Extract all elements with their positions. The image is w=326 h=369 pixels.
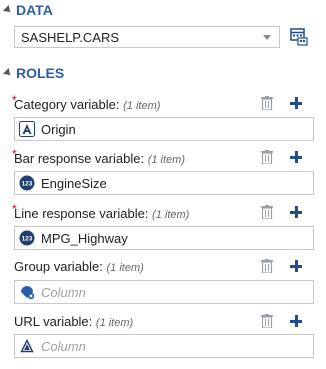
data-section-header[interactable]: DATA bbox=[0, 0, 53, 20]
bar-response-variable-value: EngineSize bbox=[41, 175, 107, 191]
add-line-response-variable-button[interactable] bbox=[290, 206, 302, 218]
required-marker: * bbox=[12, 93, 17, 107]
svg-text:123: 123 bbox=[22, 181, 33, 188]
numeric-variable-icon: 123 bbox=[19, 175, 35, 191]
category-variable-label: * Category variable: (1 item) bbox=[12, 93, 161, 112]
trash-icon[interactable] bbox=[261, 314, 273, 328]
group-variable-field[interactable]: Column bbox=[14, 280, 314, 304]
group-variable-label: Group variable: (1 item) bbox=[14, 259, 144, 274]
roles-section-header[interactable]: ROLES bbox=[0, 63, 64, 83]
numeric-variable-icon: 123 bbox=[19, 230, 35, 246]
chevron-down-icon[interactable] bbox=[263, 35, 271, 40]
add-bar-response-variable-button[interactable] bbox=[290, 151, 302, 163]
url-variable-placeholder: Column bbox=[41, 338, 86, 354]
dataset-value: SASHELP.CARS bbox=[21, 29, 120, 45]
group-variable-placeholder: Column bbox=[41, 284, 86, 300]
trash-icon[interactable] bbox=[261, 96, 273, 110]
bar-response-variable-label: * Bar response variable: (1 item) bbox=[12, 147, 185, 166]
category-variable-field[interactable]: Origin bbox=[14, 117, 314, 141]
line-response-variable-value: MPG_Highway bbox=[41, 230, 128, 246]
collapse-triangle-icon[interactable] bbox=[3, 5, 13, 15]
data-table-icon[interactable] bbox=[290, 28, 308, 46]
line-response-variable-field[interactable]: 123 MPG_Highway bbox=[14, 226, 314, 250]
required-marker: * bbox=[12, 202, 17, 216]
character-variable-icon bbox=[19, 121, 35, 137]
column-icon bbox=[21, 286, 35, 300]
trash-icon[interactable] bbox=[261, 150, 273, 164]
trash-icon[interactable] bbox=[261, 259, 273, 273]
collapse-triangle-icon[interactable] bbox=[3, 68, 13, 78]
add-category-variable-button[interactable] bbox=[290, 97, 302, 109]
url-variable-label: URL variable: (1 item) bbox=[14, 314, 134, 329]
dataset-select[interactable]: SASHELP.CARS bbox=[14, 26, 280, 48]
bar-response-variable-field[interactable]: 123 EngineSize bbox=[14, 171, 314, 195]
required-marker: * bbox=[12, 147, 17, 161]
add-url-variable-button[interactable] bbox=[290, 315, 302, 327]
line-response-variable-label: * Line response variable: (1 item) bbox=[12, 202, 190, 221]
data-section-title: DATA bbox=[16, 2, 53, 18]
trash-icon[interactable] bbox=[261, 205, 273, 219]
url-variable-field[interactable]: Column bbox=[14, 334, 314, 358]
svg-text:123: 123 bbox=[22, 236, 33, 243]
roles-section-title: ROLES bbox=[16, 65, 65, 81]
character-variable-icon bbox=[20, 338, 34, 353]
add-group-variable-button[interactable] bbox=[290, 260, 302, 272]
category-variable-value: Origin bbox=[41, 121, 76, 137]
